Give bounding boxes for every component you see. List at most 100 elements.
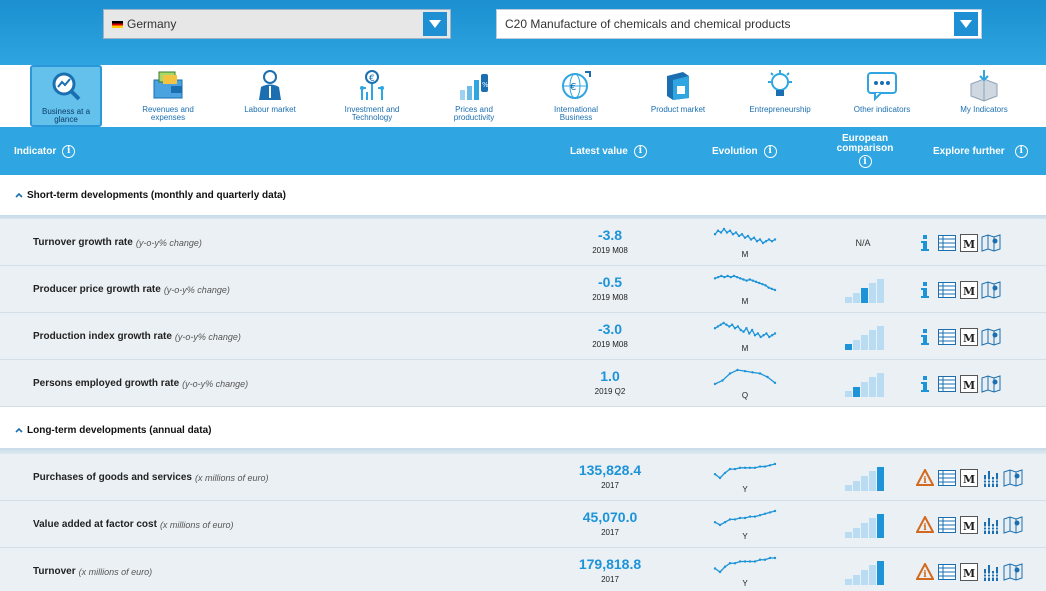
map-icon[interactable]: [1003, 561, 1023, 583]
header-evolution-label: Evolution: [712, 145, 758, 157]
evolution-sparkline[interactable]: [713, 274, 777, 294]
sparkline-point: [758, 372, 762, 375]
indicator-name[interactable]: Purchases of goods and services (x millio…: [33, 454, 268, 501]
bar-chart-icon[interactable]: [981, 514, 1001, 536]
chevron-up-icon[interactable]: [14, 425, 24, 435]
metadata-icon[interactable]: M: [959, 467, 979, 489]
nav-product-market[interactable]: Product market: [633, 65, 723, 127]
table-row[interactable]: Turnover (x millions of euro) 179,818.8 201…: [0, 548, 1046, 591]
table-icon[interactable]: [937, 279, 957, 301]
table-row[interactable]: Value added at factor cost (x millions of…: [0, 501, 1046, 548]
info-icon[interactable]: i: [763, 144, 777, 158]
info-icon[interactable]: i: [858, 155, 872, 168]
nav-revenues-and-expenses[interactable]: Revenues and expenses: [123, 65, 213, 127]
map-icon[interactable]: [1003, 514, 1023, 536]
european-comparison-bars[interactable]: [845, 465, 885, 491]
sparkline-point: [758, 514, 762, 517]
table-row[interactable]: Producer price growth rate (y-o-y% change…: [0, 266, 1046, 313]
nav-prices-and-productivity[interactable]: % Prices and productivity: [429, 65, 519, 127]
info-icon[interactable]: i: [633, 144, 647, 158]
nav-labour-market[interactable]: Labour market: [225, 65, 315, 127]
indicator-name[interactable]: Value added at factor cost (x millions of…: [33, 501, 233, 548]
nav-label: International Business: [553, 105, 599, 122]
metadata-icon[interactable]: M: [959, 326, 979, 348]
sparkline-point: [745, 327, 748, 330]
warning-icon[interactable]: i: [915, 561, 935, 583]
nav-entrepreneurship[interactable]: Entrepreneurship: [735, 65, 825, 127]
evolution-sparkline[interactable]: [713, 462, 777, 482]
sparkline-point: [745, 279, 748, 282]
nav-other-indicators[interactable]: Other indicators: [837, 65, 927, 127]
metadata-icon[interactable]: M: [959, 514, 979, 536]
indicator-name[interactable]: Turnover growth rate (y-o-y% change): [33, 219, 202, 266]
map-icon[interactable]: [981, 232, 1001, 254]
info-icon[interactable]: [915, 232, 935, 254]
nav-business-at-a-glance[interactable]: Business at a glance: [30, 65, 102, 127]
indicator-name[interactable]: Turnover (x millions of euro): [33, 548, 152, 591]
svg-text:M: M: [963, 473, 975, 486]
table-row[interactable]: Production index growth rate (y-o-y% chan…: [0, 313, 1046, 360]
table-row[interactable]: Turnover growth rate (y-o-y% change) -3.8 2…: [0, 219, 1046, 266]
warning-icon[interactable]: i: [915, 467, 935, 489]
explore-tools: M: [915, 325, 1001, 349]
metadata-icon[interactable]: M: [959, 561, 979, 583]
section-long-term[interactable]: Long-term developments (annual data): [0, 410, 1046, 450]
nav-label: Investment and Technology: [344, 105, 400, 122]
table-icon[interactable]: [937, 467, 957, 489]
table-icon[interactable]: [937, 514, 957, 536]
evolution-sparkline[interactable]: [713, 368, 777, 388]
info-icon[interactable]: [915, 326, 935, 348]
sparkline-point: [733, 467, 737, 471]
sparkline-point: [748, 332, 751, 335]
table-icon[interactable]: [937, 326, 957, 348]
nav-my-indicators[interactable]: My Indicators: [939, 65, 1029, 127]
info-icon[interactable]: i: [62, 144, 76, 158]
indicator-name[interactable]: Persons employed growth rate (y-o-y% chan…: [33, 360, 248, 407]
bar-chart-icon[interactable]: [981, 561, 1001, 583]
info-icon[interactable]: [915, 279, 935, 301]
info-icon[interactable]: [915, 373, 935, 395]
european-comparison-bars[interactable]: [845, 512, 885, 538]
info-icon[interactable]: i: [1014, 144, 1028, 158]
frequency-label: Y: [742, 532, 748, 541]
comparison-bar: [877, 279, 884, 303]
bar-chart-icon[interactable]: [981, 467, 1001, 489]
section-short-term[interactable]: Short-term developments (monthly and qua…: [0, 175, 1046, 215]
european-comparison-bars[interactable]: [845, 371, 885, 397]
comparison-bar: [845, 391, 852, 397]
evolution-sparkline[interactable]: [713, 321, 777, 341]
european-comparison-bars[interactable]: [845, 277, 885, 303]
table-row[interactable]: Persons employed growth rate (y-o-y% chan…: [0, 360, 1046, 407]
metadata-icon[interactable]: M: [959, 279, 979, 301]
metadata-icon[interactable]: M: [959, 373, 979, 395]
european-comparison-bars[interactable]: [845, 559, 885, 585]
country-select[interactable]: Germany: [103, 9, 451, 39]
metadata-icon[interactable]: M: [959, 232, 979, 254]
chevron-down-icon[interactable]: [423, 12, 447, 36]
map-icon[interactable]: [981, 326, 1001, 348]
map-icon[interactable]: [1003, 467, 1023, 489]
table-row[interactable]: Purchases of goods and services (x millio…: [0, 454, 1046, 501]
sparkline-point: [713, 382, 717, 386]
sparkline-point: [756, 332, 760, 335]
sparkline-point: [713, 277, 717, 280]
indicator-name[interactable]: Producer price growth rate (y-o-y% change…: [33, 266, 230, 313]
sector-select[interactable]: C20 Manufacture of chemicals and chemica…: [496, 9, 982, 39]
european-comparison-na: N/A: [855, 237, 871, 248]
chevron-up-icon[interactable]: [14, 190, 24, 200]
table-icon[interactable]: [937, 561, 957, 583]
european-comparison-bars[interactable]: [845, 324, 885, 350]
table-icon[interactable]: [937, 232, 957, 254]
evolution-sparkline[interactable]: [713, 556, 777, 576]
evolution-sparkline[interactable]: [713, 509, 777, 529]
evolution-sparkline[interactable]: [713, 227, 777, 247]
chevron-down-icon[interactable]: [954, 12, 978, 36]
map-icon[interactable]: [981, 373, 1001, 395]
warning-icon[interactable]: i: [915, 514, 935, 536]
nav-investment-and-technology[interactable]: € Investment and Technology: [327, 65, 417, 127]
indicator-name[interactable]: Production index growth rate (y-o-y% chan…: [33, 313, 241, 360]
nav-international-business[interactable]: € International Business: [531, 65, 621, 127]
table-icon[interactable]: [937, 373, 957, 395]
map-icon[interactable]: [981, 279, 1001, 301]
sparkline-point: [723, 521, 727, 524]
